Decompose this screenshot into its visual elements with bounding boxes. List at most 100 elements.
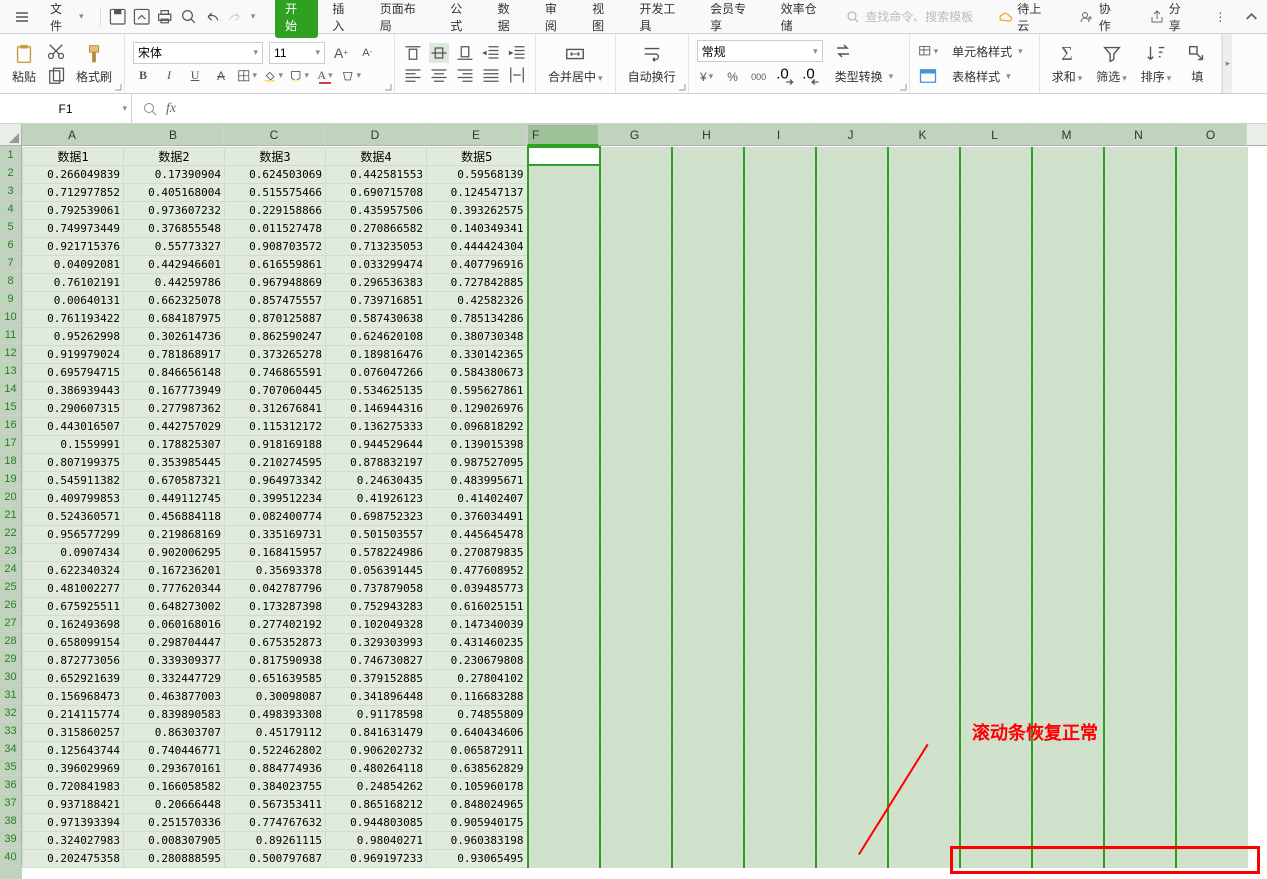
cell[interactable]: 0.386939443 [23, 381, 124, 399]
cell[interactable] [1176, 615, 1248, 633]
row-header[interactable]: 27 [0, 614, 22, 632]
cell[interactable] [744, 471, 816, 489]
font-size-select[interactable]: 11▾ [269, 42, 325, 64]
cell[interactable]: 0.162493698 [23, 615, 124, 633]
cell[interactable]: 0.399512234 [225, 489, 326, 507]
cell[interactable] [1176, 705, 1248, 723]
cell[interactable] [672, 417, 744, 435]
cell[interactable] [1176, 633, 1248, 651]
cell[interactable]: 0.737879058 [326, 579, 427, 597]
cell[interactable] [888, 417, 960, 435]
cell[interactable] [528, 633, 600, 651]
cell[interactable] [816, 345, 888, 363]
cells-area[interactable]: 数据1数据2数据3数据4数据50.2660498390.173909040.62… [22, 146, 1248, 879]
convert-type-icon[interactable] [829, 39, 857, 63]
cell[interactable] [888, 219, 960, 237]
cell[interactable] [528, 615, 600, 633]
cell[interactable]: 0.376034491 [427, 507, 528, 525]
cell[interactable]: 0.865168212 [326, 795, 427, 813]
cell[interactable] [816, 759, 888, 777]
cell[interactable]: 0.76102191 [23, 273, 124, 291]
cell[interactable] [1032, 291, 1104, 309]
row-header[interactable]: 18 [0, 452, 22, 470]
cell[interactable] [528, 201, 600, 219]
cell[interactable] [744, 579, 816, 597]
cell[interactable]: 0.290607315 [23, 399, 124, 417]
cell[interactable]: 0.973607232 [124, 201, 225, 219]
cell[interactable] [1176, 237, 1248, 255]
cell[interactable]: 0.456884118 [124, 507, 225, 525]
cell[interactable] [1104, 669, 1176, 687]
row-header[interactable]: 16 [0, 416, 22, 434]
row-header[interactable]: 34 [0, 740, 22, 758]
cell[interactable] [888, 201, 960, 219]
cell[interactable] [1176, 723, 1248, 741]
cell[interactable]: 0.293670161 [124, 759, 225, 777]
cell[interactable] [744, 291, 816, 309]
row-header[interactable]: 31 [0, 686, 22, 704]
cell[interactable] [672, 273, 744, 291]
filter-button[interactable]: 筛选▾ [1092, 40, 1131, 87]
cell[interactable] [816, 561, 888, 579]
share-button[interactable]: 分享 [1141, 0, 1199, 37]
cell[interactable] [816, 165, 888, 183]
col-header-O[interactable]: O [1175, 124, 1247, 146]
cell[interactable]: 0.675925511 [23, 597, 124, 615]
cell[interactable] [1104, 777, 1176, 795]
align-bottom-icon[interactable] [455, 43, 475, 63]
cell[interactable] [744, 777, 816, 795]
cell[interactable] [600, 399, 672, 417]
cell[interactable] [1104, 273, 1176, 291]
cell[interactable] [1032, 687, 1104, 705]
paste-button[interactable]: 粘贴 [8, 40, 40, 87]
underline-icon[interactable]: U [185, 66, 205, 86]
cell[interactable] [672, 237, 744, 255]
cell[interactable]: 0.167236201 [124, 561, 225, 579]
cell[interactable] [744, 183, 816, 201]
cell[interactable] [1176, 327, 1248, 345]
cell[interactable] [1032, 417, 1104, 435]
cell[interactable] [672, 291, 744, 309]
cell[interactable] [816, 669, 888, 687]
cell[interactable] [960, 237, 1032, 255]
cell[interactable] [672, 561, 744, 579]
cell[interactable] [672, 147, 744, 165]
cell[interactable] [1032, 633, 1104, 651]
cell[interactable] [600, 561, 672, 579]
row-header[interactable]: 12 [0, 344, 22, 362]
cell[interactable] [960, 615, 1032, 633]
cell[interactable]: 0.056391445 [326, 561, 427, 579]
cell[interactable] [816, 651, 888, 669]
col-header-J[interactable]: J [815, 124, 887, 146]
cell[interactable]: 0.24854262 [326, 777, 427, 795]
cell[interactable] [1104, 561, 1176, 579]
cell[interactable]: 0.95262998 [23, 327, 124, 345]
row-header[interactable]: 8 [0, 272, 22, 290]
cell[interactable] [1104, 201, 1176, 219]
cell[interactable] [888, 363, 960, 381]
cell[interactable] [1032, 273, 1104, 291]
cell[interactable]: 0.761193422 [23, 309, 124, 327]
cell[interactable] [960, 579, 1032, 597]
tab-review[interactable]: 审阅 [535, 0, 578, 38]
cell[interactable] [1176, 669, 1248, 687]
cell[interactable] [888, 687, 960, 705]
cell[interactable] [1176, 183, 1248, 201]
cell[interactable]: 0.848024965 [427, 795, 528, 813]
cell[interactable]: 0.277987362 [124, 399, 225, 417]
cell[interactable]: 0.690715708 [326, 183, 427, 201]
cell[interactable]: 0.638562829 [427, 759, 528, 777]
ribbon-scroll-right[interactable]: ▸ [1222, 34, 1232, 93]
col-header-E[interactable]: E [426, 124, 527, 146]
cell[interactable] [1176, 777, 1248, 795]
cell[interactable] [816, 687, 888, 705]
border-icon[interactable]: ▾ [237, 66, 257, 86]
cell[interactable]: 数据3 [225, 147, 326, 165]
cell[interactable] [600, 345, 672, 363]
cell[interactable]: 0.353985445 [124, 453, 225, 471]
increase-indent-icon[interactable] [507, 43, 527, 63]
tab-devtools[interactable]: 开发工具 [629, 0, 696, 38]
cell[interactable] [600, 183, 672, 201]
cell[interactable] [528, 507, 600, 525]
cell[interactable]: 0.720841983 [23, 777, 124, 795]
